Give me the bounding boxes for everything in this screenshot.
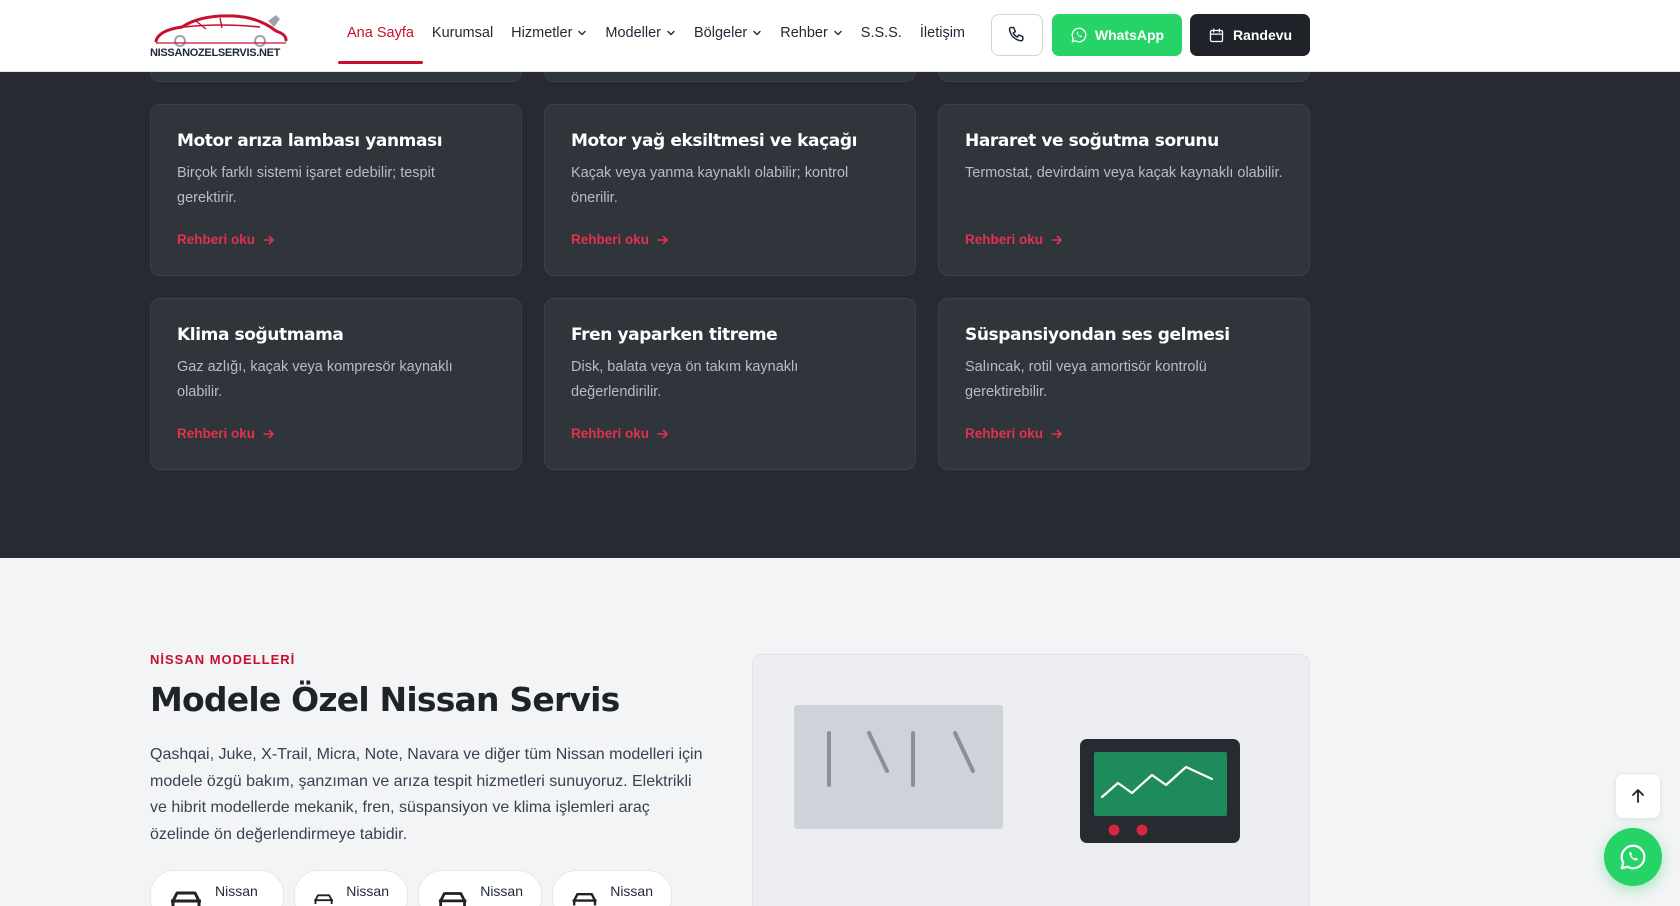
model-chip[interactable]: Nissan bbox=[294, 870, 408, 906]
section-description: Qashqai, Juke, X-Trail, Micra, Note, Nav… bbox=[150, 746, 703, 843]
model-chip-label: Nissan bbox=[610, 883, 653, 899]
read-guide-link[interactable]: Rehberi oku bbox=[571, 426, 669, 441]
nav-item-contact[interactable]: İletişim bbox=[911, 0, 974, 66]
site-header: NISSANOZELSERVIS.NET Ana Sayfa Kurumsal … bbox=[0, 0, 1680, 72]
read-guide-link[interactable]: Rehberi oku bbox=[177, 232, 275, 247]
arrow-right-icon bbox=[1051, 235, 1062, 244]
nav-item-home[interactable]: Ana Sayfa bbox=[338, 0, 423, 66]
car-icon bbox=[572, 892, 597, 906]
guide-card-description: Disk, balata veya ön takım kaynaklı değe… bbox=[571, 359, 799, 400]
read-guide-label: Rehberi oku bbox=[177, 426, 256, 441]
model-chip[interactable]: Nissan bbox=[552, 870, 672, 906]
appointment-label: Randevu bbox=[1232, 27, 1293, 43]
guide-card-description: Kaçak veya yanma kaynaklı olabilir; kont… bbox=[571, 165, 849, 206]
calendar-icon bbox=[1209, 27, 1224, 42]
model-chip[interactable]: Nissan bbox=[418, 870, 542, 906]
model-chip-label: Nissan bbox=[480, 883, 523, 899]
main-nav: Ana Sayfa Kurumsal Hizmetler Modeller Bö… bbox=[338, 0, 974, 66]
nav-item-label: Rehber bbox=[780, 25, 828, 41]
diagnostic-illustration bbox=[794, 705, 1240, 843]
chevron-down-icon bbox=[834, 30, 842, 36]
guide-card-description: Termostat, devirdaim veya kaçak kaynaklı… bbox=[965, 165, 1283, 181]
whatsapp-icon bbox=[1071, 27, 1087, 43]
read-guide-label: Rehberi oku bbox=[965, 232, 1044, 247]
nav-item-label: S.S.S. bbox=[860, 25, 902, 41]
chevron-down-icon bbox=[578, 30, 587, 36]
guide-card-title: Fren yaparken titreme bbox=[571, 325, 778, 345]
model-chip-label: Nissan bbox=[215, 883, 258, 899]
guide-card[interactable]: Hararet ve soğutma sorunu Termostat, dev… bbox=[938, 104, 1310, 276]
nav-item-faq[interactable]: S.S.S. bbox=[852, 0, 911, 66]
nav-item-guide[interactable]: Rehber bbox=[771, 0, 852, 66]
arrow-right-icon bbox=[1051, 429, 1062, 438]
car-logo-icon bbox=[154, 14, 288, 47]
workshop-illustration bbox=[752, 654, 1310, 906]
read-guide-link[interactable]: Rehberi oku bbox=[177, 426, 275, 441]
guide-card[interactable]: Klima soğutmama Gaz azlığı, kaçak veya k… bbox=[150, 298, 522, 470]
nav-item-corporate[interactable]: Kurumsal bbox=[423, 0, 502, 66]
nav-item-label: İletişim bbox=[919, 25, 966, 41]
model-chip[interactable]: Nissan bbox=[150, 870, 284, 906]
nav-item-models[interactable]: Modeller bbox=[596, 0, 685, 66]
guide-card[interactable]: Motor yağ eksiltmesi ve kaçağı Kaçak vey… bbox=[544, 104, 916, 276]
guide-card-description: Salıncak, rotil veya amortisör kontrolü … bbox=[965, 359, 1207, 400]
nav-item-regions[interactable]: Bölgeler bbox=[685, 0, 771, 66]
guide-card-title: Süspansiyondan ses gelmesi bbox=[965, 325, 1230, 345]
read-guide-label: Rehberi oku bbox=[177, 232, 256, 247]
guide-card-title: Klima soğutmama bbox=[177, 325, 344, 345]
phone-icon bbox=[1008, 26, 1024, 42]
read-guide-link[interactable]: Rehberi oku bbox=[965, 232, 1063, 247]
guide-card-description: Birçok farklı sistemi işaret edebilir; t… bbox=[177, 165, 435, 206]
read-guide-label: Rehberi oku bbox=[571, 426, 650, 441]
guide-card[interactable]: Motor arıza lambası yanması Birçok farkl… bbox=[150, 104, 522, 276]
guide-card-description: Gaz azlığı, kaçak veya kompresör kaynakl… bbox=[177, 359, 453, 400]
nav-item-label: Kurumsal bbox=[431, 25, 494, 41]
car-icon bbox=[314, 894, 333, 904]
arrow-right-icon bbox=[657, 235, 668, 244]
guide-card-title: Hararet ve soğutma sorunu bbox=[965, 131, 1219, 151]
scroll-to-top-button[interactable] bbox=[1615, 773, 1661, 819]
car-icon bbox=[171, 891, 201, 906]
section-title: Modele Özel Nissan Servis bbox=[150, 680, 620, 719]
arrow-right-icon bbox=[263, 429, 274, 438]
logo-text: NISSANOZELSERVIS.NET bbox=[150, 47, 281, 59]
guide-card[interactable]: Fren yaparken titreme Disk, balata veya … bbox=[544, 298, 916, 470]
guides-section: Motor arıza lambası yanması Birçok farkl… bbox=[0, 0, 1680, 558]
car-icon bbox=[438, 892, 467, 906]
appointment-button[interactable]: Randevu bbox=[1190, 14, 1310, 56]
arrow-right-icon bbox=[263, 235, 274, 244]
section-eyebrow: NİSSAN MODELLERİ bbox=[150, 652, 296, 667]
nav-item-label: Modeller bbox=[605, 25, 662, 41]
nav-item-label: Hizmetler bbox=[511, 25, 573, 41]
phone-button[interactable] bbox=[991, 14, 1043, 56]
arrow-up-icon bbox=[1632, 789, 1644, 803]
site-logo[interactable]: NISSANOZELSERVIS.NET bbox=[150, 9, 292, 63]
guide-card-title: Motor arıza lambası yanması bbox=[177, 131, 443, 151]
whatsapp-icon bbox=[1620, 844, 1646, 870]
nav-item-label: Ana Sayfa bbox=[347, 25, 414, 41]
chevron-down-icon bbox=[753, 30, 761, 36]
chevron-down-icon bbox=[667, 30, 675, 36]
nav-item-label: Bölgeler bbox=[694, 25, 748, 41]
guide-card-title: Motor yağ eksiltmesi ve kaçağı bbox=[571, 131, 858, 151]
whatsapp-label: WhatsApp bbox=[1094, 27, 1165, 43]
arrow-right-icon bbox=[657, 429, 668, 438]
whatsapp-floating-button[interactable] bbox=[1604, 828, 1662, 886]
whatsapp-button[interactable]: WhatsApp bbox=[1052, 14, 1182, 56]
nav-item-services[interactable]: Hizmetler bbox=[502, 0, 596, 66]
read-guide-link[interactable]: Rehberi oku bbox=[571, 232, 669, 247]
model-chips: Nissan Nissan Nissan Nissan bbox=[150, 870, 672, 906]
guide-card[interactable]: Süspansiyondan ses gelmesi Salıncak, rot… bbox=[938, 298, 1310, 470]
read-guide-label: Rehberi oku bbox=[965, 426, 1044, 441]
read-guide-label: Rehberi oku bbox=[571, 232, 650, 247]
model-chip-label: Nissan bbox=[346, 883, 389, 899]
read-guide-link[interactable]: Rehberi oku bbox=[965, 426, 1063, 441]
